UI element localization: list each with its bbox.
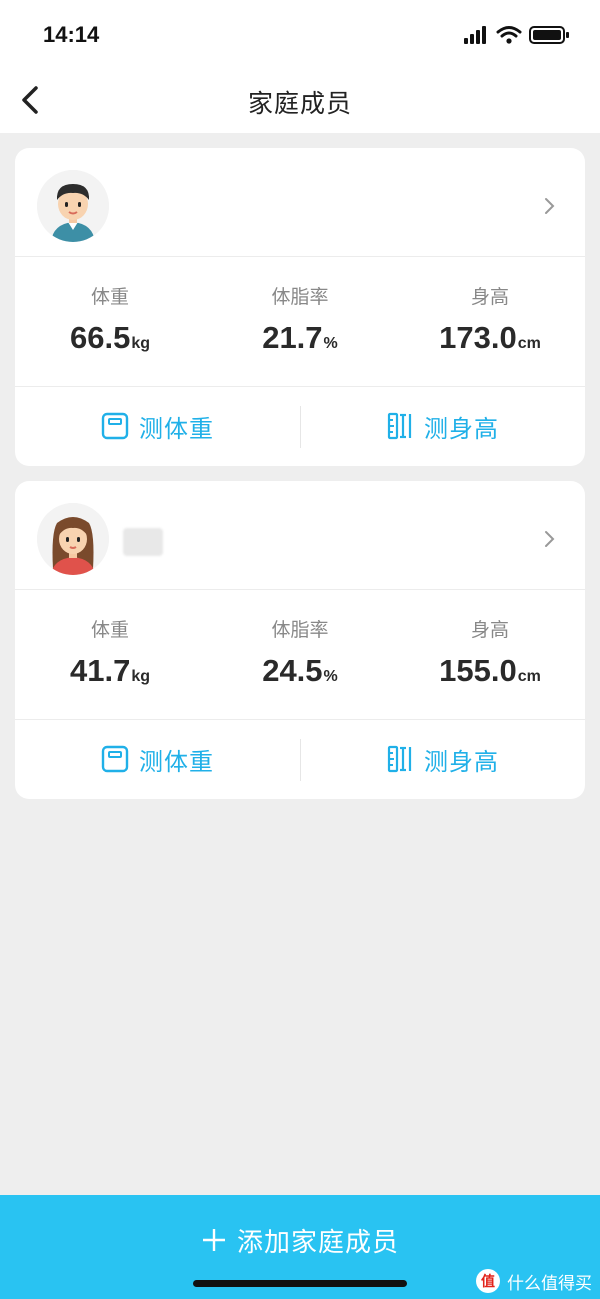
- member-card: 体重 41.7kg 体脂率 24.5% 身高 155.0cm 测体重 测身高: [15, 481, 585, 799]
- top-bar: 14:14 家庭成员: [0, 0, 600, 133]
- value-number: 21.7: [262, 320, 323, 355]
- member-name-redacted: [123, 528, 163, 556]
- watermark-text: 什么值得买: [507, 1273, 592, 1294]
- scale-icon: [101, 412, 129, 440]
- stat-value: 173.0cm: [395, 320, 585, 356]
- value-number: 41.7: [69, 653, 131, 688]
- action-label: 测身高: [424, 747, 499, 776]
- stat-label: 体脂率: [271, 619, 329, 641]
- member-card: 体重 66.5kg 体脂率 21.7% 身高 173.0cm 测体重 测身高: [15, 148, 585, 466]
- member-header[interactable]: [15, 481, 585, 589]
- avatar: [37, 503, 109, 575]
- stat-label: 体脂率: [271, 286, 329, 308]
- value-number: 66.5: [69, 320, 131, 355]
- svg-text:值: 值: [481, 1273, 495, 1290]
- divider: [15, 256, 585, 257]
- value-unit: cm: [517, 668, 541, 685]
- member-header[interactable]: [15, 148, 585, 256]
- smzdm-logo-icon: 值: [476, 1269, 500, 1293]
- measure-height-button[interactable]: 测身高: [300, 390, 585, 462]
- value-unit: %: [323, 668, 338, 685]
- stat-label: 体重: [90, 619, 129, 641]
- home-indicator: [193, 1280, 407, 1287]
- divider: [15, 589, 585, 590]
- divider: [15, 386, 585, 387]
- stat-label: 身高: [470, 619, 509, 641]
- stat-value: 41.7kg: [15, 653, 205, 689]
- add-label: 添加家庭成员: [236, 1227, 399, 1258]
- signal-wifi-battery-icon: [464, 26, 569, 44]
- watermark: 值 什么值得买: [475, 1267, 592, 1295]
- ruler-icon: [387, 745, 412, 773]
- stat-value: 66.5kg: [15, 320, 205, 356]
- ruler-icon: [387, 412, 412, 440]
- page-title: 家庭成员: [247, 89, 352, 118]
- action-label: 测体重: [139, 414, 214, 443]
- value-number: 24.5: [262, 653, 323, 688]
- stat-value: 21.7%: [205, 320, 395, 356]
- measure-weight-button[interactable]: 测体重: [15, 390, 300, 462]
- value-number: 155.0: [439, 653, 517, 688]
- value-unit: %: [323, 335, 338, 352]
- chevron-right-icon: [543, 196, 557, 216]
- action-label: 测身高: [424, 414, 499, 443]
- female-avatar-icon: [37, 503, 109, 575]
- avatar: [37, 170, 109, 242]
- value-unit: kg: [131, 668, 150, 685]
- stat-label: 身高: [470, 286, 509, 308]
- measure-height-button[interactable]: 测身高: [300, 723, 585, 795]
- status-icons: [464, 24, 574, 46]
- value-number: 173.0: [439, 320, 517, 355]
- measure-weight-button[interactable]: 测体重: [15, 723, 300, 795]
- stat-value: 24.5%: [205, 653, 395, 689]
- value-unit: kg: [131, 335, 150, 352]
- value-unit: cm: [517, 335, 541, 352]
- status-time: 14:14: [43, 22, 100, 47]
- divider: [15, 719, 585, 720]
- male-avatar-icon: [37, 170, 109, 242]
- bottom-bar: 添加家庭成员 值 什么值得买: [0, 1195, 600, 1299]
- chevron-right-icon: [543, 529, 557, 549]
- stat-value: 155.0cm: [395, 653, 585, 689]
- scale-icon: [101, 745, 129, 773]
- plus-icon: [202, 1229, 225, 1251]
- action-label: 测体重: [139, 747, 214, 776]
- stat-label: 体重: [90, 286, 129, 308]
